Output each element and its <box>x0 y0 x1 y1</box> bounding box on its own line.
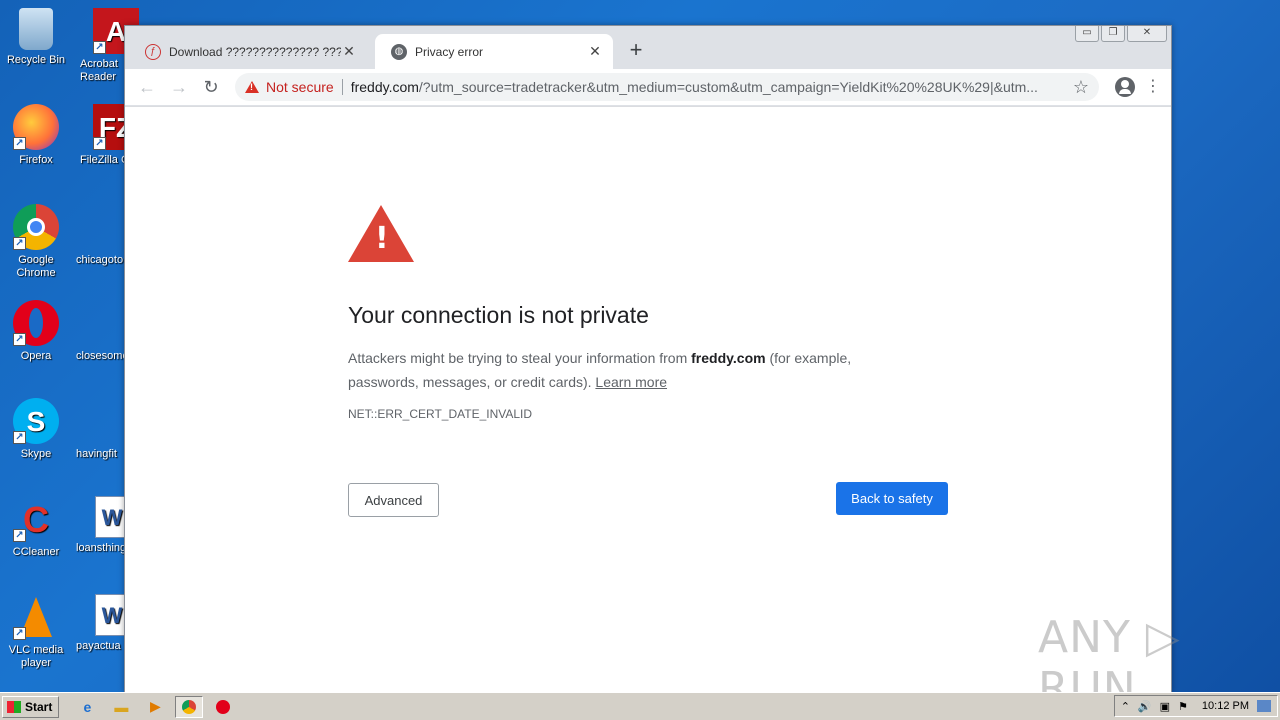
shortcut-arrow-icon: ↗ <box>13 137 26 150</box>
tab-download[interactable]: ƒ Download ?????????????? ??????? ??? ✕ <box>129 34 367 69</box>
desktop-icon-chrome[interactable]: ↗ Google Chrome <box>0 204 72 280</box>
page-title: Your connection is not private <box>348 302 649 328</box>
button-row: Advanced Back to safety <box>348 482 948 518</box>
recycle-bin-icon <box>19 8 53 50</box>
desktop-icon-recycle-bin[interactable]: Recycle Bin <box>0 8 72 67</box>
back-to-safety-button[interactable]: Back to safety <box>836 482 948 515</box>
system-tray: ⌃ 🔊 ▣ ⚑ 10:12 PM <box>1113 695 1278 717</box>
shortcut-arrow-icon: ↗ <box>93 137 106 150</box>
page-favicon-icon: ƒ <box>145 43 161 60</box>
clock[interactable]: 10:12 PM <box>1202 700 1249 712</box>
taskbar-media-player-icon[interactable]: ▶ <box>141 696 169 718</box>
error-code: NET::ERR_CERT_DATE_INVALID <box>348 407 533 421</box>
desktop-icon-vlc[interactable]: ↗ VLC media player <box>0 594 72 670</box>
address-bar[interactable]: Not secure freddy.com/?utm_source=tradet… <box>235 73 1099 101</box>
shortcut-arrow-icon: ↗ <box>93 41 106 54</box>
window-close-button[interactable]: ✕ <box>1127 26 1167 42</box>
desktop-icon-opera[interactable]: ↗ Opera <box>0 300 72 363</box>
globe-icon: ◍ <box>391 43 407 60</box>
firefox-icon: ↗ <box>13 104 59 150</box>
taskbar-explorer-icon[interactable]: ▬ <box>107 696 135 718</box>
menu-kebab-icon[interactable]: ⋮ <box>1143 79 1163 95</box>
desktop-icon-skype[interactable]: S ↗ Skype <box>0 398 72 461</box>
error-description: Attackers might be trying to steal your … <box>348 350 852 390</box>
back-arrow-icon[interactable]: ← <box>133 73 161 101</box>
shortcut-arrow-icon: ↗ <box>13 431 26 444</box>
forward-arrow-icon[interactable]: → <box>165 73 193 101</box>
network-icon[interactable]: ▣ <box>1160 700 1170 713</box>
divider <box>341 79 343 95</box>
opera-icon: ↗ <box>13 300 59 346</box>
ccleaner-icon: C ↗ <box>13 496 59 542</box>
tray-expand-icon[interactable]: ⌃ <box>1121 700 1130 713</box>
tab-strip: ƒ Download ?????????????? ??????? ??? ✕ … <box>125 26 1171 69</box>
profile-avatar-icon[interactable] <box>1115 77 1135 97</box>
browser-window: ƒ Download ?????????????? ??????? ??? ✕ … <box>124 25 1172 693</box>
shortcut-arrow-icon: ↗ <box>13 529 26 542</box>
start-button[interactable]: Start <box>2 695 60 718</box>
page-content: Your connection is not private Attackers… <box>125 106 1171 692</box>
tab-privacy-error[interactable]: ◍ Privacy error ✕ <box>375 34 613 69</box>
error-host: freddy.com <box>691 350 766 366</box>
taskbar-chrome-icon[interactable] <box>175 695 204 718</box>
bookmark-star-icon[interactable]: ☆ <box>1073 77 1089 98</box>
window-controls: ▭ ❐ ✕ <box>1073 26 1167 42</box>
desktop-icon-firefox[interactable]: ↗ Firefox <box>0 104 72 167</box>
warning-icon[interactable] <box>245 81 259 93</box>
vlc-icon: ↗ <box>13 594 59 640</box>
security-chip[interactable]: Not secure <box>266 79 334 95</box>
skype-icon: S ↗ <box>13 398 59 444</box>
taskbar-opera-icon[interactable] <box>209 696 237 718</box>
taskbar: Start e ▬ ▶ ⌃ 🔊 ▣ ⚑ 10:12 PM <box>0 692 1280 720</box>
reload-icon[interactable]: ↻ <box>197 73 225 101</box>
taskbar-ie-icon[interactable]: e <box>73 696 101 718</box>
show-desktop-icon[interactable] <box>1257 700 1271 712</box>
desktop-icon-ccleaner[interactable]: C ↗ CCleaner <box>0 496 72 559</box>
learn-more-link[interactable]: Learn more <box>595 374 667 390</box>
chrome-icon: ↗ <box>13 204 59 250</box>
interstitial: Your connection is not private Attackers… <box>348 205 948 421</box>
windows-logo-icon <box>7 700 21 713</box>
error-warning-icon <box>348 205 414 262</box>
restore-button[interactable]: ❐ <box>1101 26 1125 42</box>
tab-close-icon[interactable]: ✕ <box>341 43 357 60</box>
advanced-button[interactable]: Advanced <box>348 483 439 517</box>
shortcut-arrow-icon: ↗ <box>13 627 26 640</box>
browser-toolbar: ← → ↻ Not secure freddy.com/?utm_source=… <box>125 69 1171 105</box>
tab-close-icon[interactable]: ✕ <box>587 43 603 60</box>
url-text[interactable]: freddy.com/?utm_source=tradetracker&utm_… <box>351 79 1067 95</box>
volume-icon[interactable]: 🔊 <box>1138 700 1152 713</box>
minimize-button[interactable]: ▭ <box>1075 26 1099 42</box>
new-tab-button[interactable]: + <box>625 39 647 62</box>
shortcut-arrow-icon: ↗ <box>13 333 26 346</box>
action-center-flag-icon[interactable]: ⚑ <box>1178 700 1188 713</box>
shortcut-arrow-icon: ↗ <box>13 237 26 250</box>
